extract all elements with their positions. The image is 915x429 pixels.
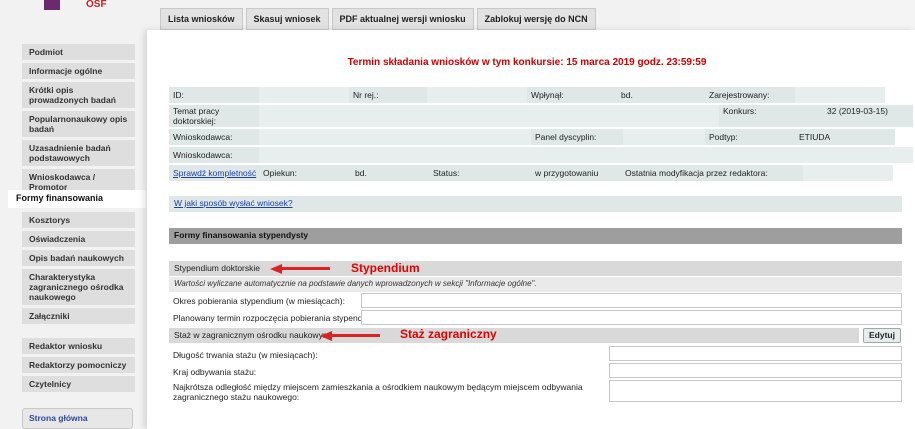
okres-stypendium-field[interactable] [361, 293, 902, 308]
kraj-stazu-label: Kraj odbywania stażu: [173, 367, 257, 377]
stypendium-arrow-line [282, 267, 330, 270]
nrrej-value [427, 87, 527, 103]
sidebar-item-podmiot[interactable]: Podmiot [22, 44, 135, 60]
okres-stypendium-label: Okres pobierania stypendium (w miesiącac… [173, 296, 345, 306]
odleglosc-label: Najkrótsza odległość między miejscem zam… [173, 382, 583, 402]
panel-label: Panel dyscyplin: [531, 129, 623, 145]
sidebar-item-informacje-ogolne[interactable]: Informacje ogólne [22, 63, 135, 79]
termin-stypendium-field[interactable] [361, 310, 902, 325]
sidebar-item-uzasadnienie[interactable]: Uzasadnienie badań podstawowych [22, 140, 135, 166]
konkurs-label: Konkurs: [719, 105, 823, 127]
wnioskodawca-value [259, 129, 531, 145]
tab-pdf-wniosku[interactable]: PDF aktualnej wersji wniosku [331, 8, 474, 30]
sidebar-item-popularnonaukowy-opis[interactable]: Popularnonaukowy opis badań [22, 111, 135, 137]
brand-logo-text: OSF [86, 0, 107, 10]
odleglosc-field[interactable] [609, 380, 902, 402]
podtyp-value: ETIUDA [795, 129, 895, 145]
wnioskodawca2-label: Wnioskodawca: [169, 147, 259, 163]
tab-skasuj-wniosek[interactable]: Skasuj wniosek [245, 8, 329, 30]
kraj-stazu-field[interactable] [609, 363, 902, 378]
opiekun-label: Opiekun: [259, 165, 351, 181]
status-label: Status: [429, 165, 531, 181]
sidebar-item-oswiadczenia[interactable]: Oświadczenia [22, 231, 135, 247]
staz-annotation: Staż zagraniczny [400, 327, 497, 341]
modyfikacja-label: Ostatnia modyfikacja przez redaktora: [621, 165, 803, 181]
stypendium-annotation: Stypendium [351, 261, 420, 275]
id-label: ID: [169, 87, 259, 103]
sidebar-item-redaktorzy-pomocniczy[interactable]: Redaktorzy pomocniczy [22, 357, 135, 373]
termin-stypendium-label: Planowany termin rozpoczęcia pobierania … [173, 313, 379, 323]
stypendium-arrow-icon [270, 264, 282, 274]
sidebar-group-3: Redaktor wniosku Redaktorzy pomocniczy C… [22, 338, 135, 395]
kompletnosc-link[interactable]: Sprawdź kompletność [169, 165, 259, 181]
temat-label: Temat pracy doktorskiej: [169, 105, 259, 127]
howto-bar: W jaki sposób wysłać wniosek? [169, 196, 902, 212]
tab-lista-wnioskow[interactable]: Lista wniosków [160, 8, 243, 30]
opiekun-value: bd. [351, 165, 429, 181]
staz-arrow-line [332, 334, 380, 337]
dlugosc-stazu-label: Długość trwania stażu (w miesiącach): [173, 350, 318, 360]
dlugosc-stazu-field[interactable] [609, 346, 902, 361]
sidebar-home-link[interactable]: Strona główna [22, 408, 133, 429]
nrrej-label: Nr rej.: [349, 87, 427, 103]
temat-value [259, 105, 719, 127]
howto-link[interactable]: W jaki sposób wysłać wniosek? [174, 198, 293, 208]
wnioskodawca-label: Wnioskodawca: [169, 129, 259, 145]
zarejestrowany-label: Zarejestrowany: [705, 87, 795, 103]
sidebar-group-2: Kosztorys Oświadczenia Opis badań naukow… [22, 212, 135, 327]
sidebar-item-redaktor[interactable]: Redaktor wniosku [22, 338, 135, 354]
wnioskodawca2-value [259, 147, 913, 163]
status-value: w przygotowaniu [531, 165, 621, 181]
wplynal-value: bd. [617, 87, 705, 103]
staz-header: Staż w zagranicznym ośrodku naukowym [169, 328, 859, 343]
sidebar-item-krotki-opis[interactable]: Krótki opis prowadzonych badań [22, 82, 135, 108]
brand-logo-mark [44, 0, 60, 10]
sidebar-item-kosztorys[interactable]: Kosztorys [22, 212, 135, 228]
podtyp-label: Podtyp: [705, 129, 795, 145]
sidebar-item-charakterystyka[interactable]: Charakterystyka zagranicznego ośrodka na… [22, 269, 135, 305]
stypendium-note: Wartości wyliczane automatycznie na pods… [169, 277, 902, 292]
sidebar-item-zalaczniki[interactable]: Załączniki [22, 308, 135, 324]
wplynal-label: Wpłynął: [527, 87, 617, 103]
section-title: Formy finansowania stypendysty [169, 228, 902, 244]
staz-arrow-icon [320, 331, 332, 341]
modyfikacja-value [803, 165, 893, 181]
sidebar-item-opis-badan[interactable]: Opis badań naukowych [22, 250, 135, 266]
sidebar-item-czytelnicy[interactable]: Czytelnicy [22, 376, 135, 392]
id-value [259, 87, 349, 103]
application-info-table: ID: Nr rej.: Wpłynął: bd. Zarejestrowany… [169, 87, 913, 183]
panel-value [623, 129, 705, 145]
edit-staz-button[interactable]: Edytuj [863, 328, 901, 343]
zarejestrowany-value [795, 87, 885, 103]
sidebar: Podmiot Informacje ogólne Krótki opis pr… [22, 44, 135, 198]
tab-zablokuj-wersje[interactable]: Zablokuj wersję do NCN [476, 8, 596, 30]
main-panel: Termin składania wniosków w tym konkursi… [147, 30, 915, 429]
deadline-notice: Termin składania wniosków w tym konkursi… [347, 57, 707, 68]
konkurs-value: 32 (2019-03-15) [823, 105, 913, 127]
sidebar-item-formy-finansowania[interactable]: Formy finansowania [8, 190, 146, 208]
top-tabs: Lista wniosków Skasuj wniosek PDF aktual… [160, 8, 596, 30]
